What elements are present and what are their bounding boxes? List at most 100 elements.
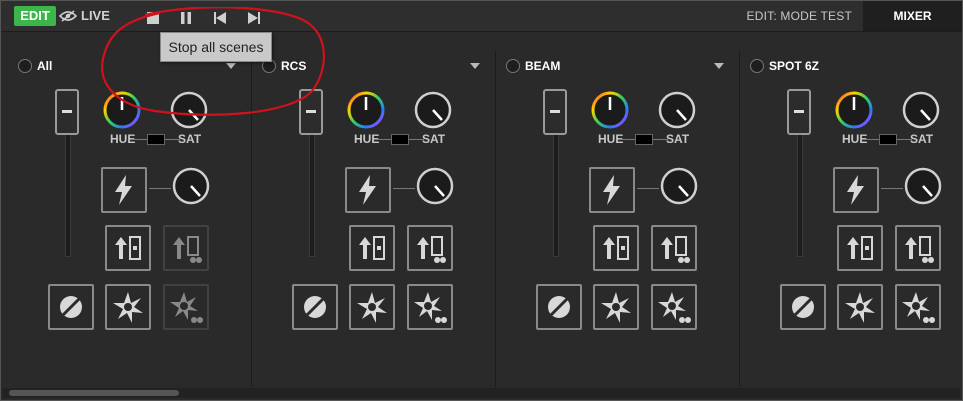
chevron-down-icon[interactable] [714,63,724,69]
chevron-down-icon[interactable] [226,63,236,69]
lightning-icon [115,175,132,205]
horizontal-scrollbar[interactable] [3,388,960,398]
channel-strip-beam: BEAM HUE SAT [496,51,740,387]
channel-select-radio[interactable] [18,59,32,73]
blackout-button[interactable] [536,284,582,330]
sat-label: SAT [422,132,446,146]
strobe-link-button[interactable] [407,284,453,330]
intensity-knob[interactable] [414,165,456,207]
fader-up-icon [359,236,385,260]
fader-up-link-icon [905,236,934,263]
link-toggle[interactable] [147,134,165,145]
blackout-icon [792,296,814,318]
fader-up-link-button[interactable] [163,225,209,271]
channel-name: All [37,59,53,73]
stop-all-scenes-tooltip: Stop all scenes [160,32,272,62]
strobe-link-button[interactable] [163,284,209,330]
channel-strip-all: All HUE SAT [8,51,252,387]
live-mode-button[interactable]: LIVE [81,6,110,26]
hue-label: HUE [110,132,136,146]
hue-knob[interactable] [589,89,631,131]
fader-up-link-button[interactable] [895,225,941,271]
starburst-link-icon [414,292,447,323]
fader-up-button[interactable] [105,225,151,271]
blackout-button[interactable] [48,284,94,330]
starburst-icon [601,292,631,323]
sat-label: SAT [178,132,202,146]
flash-button[interactable] [589,167,635,213]
blackout-icon [60,296,82,318]
intensity-knob[interactable] [902,165,944,207]
blackout-button[interactable] [780,284,826,330]
blackout-button[interactable] [292,284,338,330]
strobe-button[interactable] [105,284,151,330]
stop-icon[interactable] [146,11,160,25]
starburst-icon [357,292,387,323]
chevron-down-icon[interactable] [470,63,480,69]
mixer-window: EDIT LIVE EDIT: MODE TEST MIXER Stop all… [0,0,963,401]
channel-name: RCS [281,59,307,73]
lightning-icon [847,175,864,205]
previous-icon[interactable] [213,11,227,25]
mode-title: EDIT: MODE TEST [746,9,852,23]
hue-label: HUE [842,132,868,146]
intensity-knob[interactable] [170,165,212,207]
channel-name: SPOT 6Z [769,59,820,73]
link-line [393,188,415,189]
sat-knob[interactable] [412,89,454,131]
channel-select-radio[interactable] [506,59,520,73]
starburst-link-icon [658,292,691,323]
starburst-icon [113,292,143,323]
link-toggle[interactable] [879,134,897,145]
sat-knob[interactable] [900,89,942,131]
sat-label: SAT [910,132,934,146]
starburst-link-icon [902,292,935,323]
flash-button[interactable] [345,167,391,213]
fader-up-button[interactable] [593,225,639,271]
fader-up-link-icon [173,236,202,263]
channel-select-radio[interactable] [750,59,764,73]
strobe-button[interactable] [837,284,883,330]
lightning-icon [603,175,620,205]
edit-mode-button[interactable]: EDIT [14,6,56,26]
blackout-icon [548,296,570,318]
strobe-button[interactable] [349,284,395,330]
flash-button[interactable] [101,167,147,213]
fader-handle[interactable] [787,89,811,135]
starburst-icon [845,292,875,323]
fader-up-button[interactable] [837,225,883,271]
hue-knob[interactable] [833,89,875,131]
fader-up-link-button[interactable] [651,225,697,271]
channel-strip-rcs: RCS HUE SAT [252,51,496,387]
sat-knob[interactable] [656,89,698,131]
channel-name: BEAM [525,59,561,73]
link-toggle[interactable] [391,134,409,145]
hue-knob[interactable] [101,89,143,131]
next-icon[interactable] [247,11,261,25]
fader-up-button[interactable] [349,225,395,271]
hue-label: HUE [598,132,624,146]
fader-handle[interactable] [543,89,567,135]
fader-up-link-icon [417,236,446,263]
strobe-link-button[interactable] [651,284,697,330]
top-toolbar: EDIT LIVE EDIT: MODE TEST MIXER [1,1,962,32]
tab-mixer[interactable]: MIXER [863,1,962,31]
intensity-knob[interactable] [658,165,700,207]
eye-slash-icon[interactable] [59,10,77,22]
scrollbar-thumb[interactable] [9,390,179,396]
starburst-link-icon [170,292,203,323]
pause-icon[interactable] [179,11,193,25]
link-toggle[interactable] [635,134,653,145]
strobe-link-button[interactable] [895,284,941,330]
link-line [149,188,171,189]
hue-knob[interactable] [345,89,387,131]
blackout-icon [304,296,326,318]
sat-knob[interactable] [168,89,210,131]
fader-handle[interactable] [299,89,323,135]
strobe-button[interactable] [593,284,639,330]
fader-handle[interactable] [55,89,79,135]
fader-up-link-button[interactable] [407,225,453,271]
link-line [881,188,903,189]
flash-button[interactable] [833,167,879,213]
fader-up-icon [603,236,629,260]
